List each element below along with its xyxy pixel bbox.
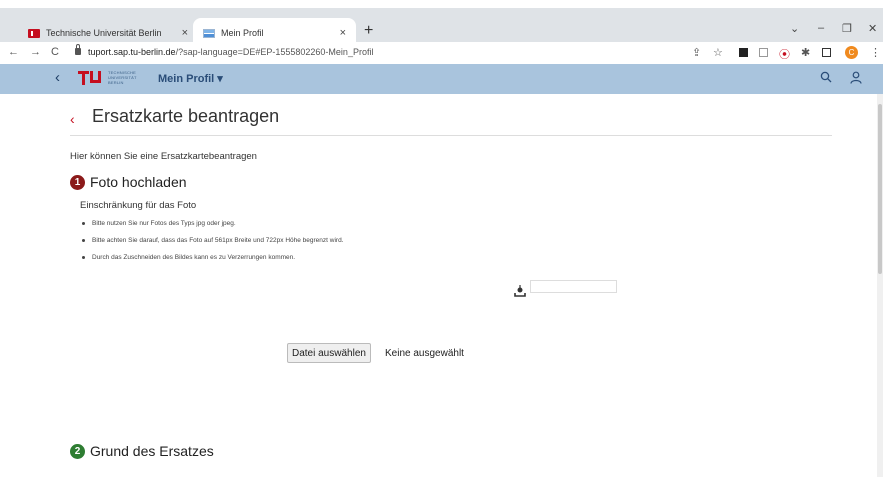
browser-tab-bar: Technische Universität Berlin × Mein Pro… [0, 0, 883, 48]
reload-button[interactable]: C [51, 46, 59, 58]
app-back-button[interactable]: ‹ [55, 69, 60, 86]
url-host: tuport.sap.tu-berlin.de [88, 47, 176, 57]
extensions-puzzle-icon[interactable]: ✱ [801, 46, 810, 59]
back-button[interactable]: ← [8, 46, 19, 58]
address-bar: ← → C tuport.sap.tu-berlin.de/?sap-langu… [0, 42, 883, 64]
page-favicon-icon [203, 28, 215, 38]
user-icon[interactable] [850, 71, 862, 84]
url-field[interactable]: tuport.sap.tu-berlin.de/?sap-language=DE… [88, 47, 373, 57]
list-item: Durch das Zuschneiden des Bildes kann es… [82, 254, 344, 261]
profile-avatar[interactable]: C [845, 46, 858, 59]
photo-preview-box [530, 280, 617, 293]
main-content: ‹ Ersatzkarte beantragen Hier können Sie… [0, 94, 877, 477]
restore-button[interactable]: ❐ [842, 22, 852, 35]
share-icon[interactable]: ⇪ [692, 46, 701, 59]
close-window-button[interactable]: ✕ [868, 22, 877, 35]
tab-search-icon[interactable]: ⌄ [790, 22, 799, 35]
forward-button[interactable]: → [30, 46, 41, 58]
search-icon[interactable] [820, 71, 832, 83]
extension-icon[interactable]: ⦿ [779, 46, 790, 62]
step-2-heading: 2 Grund des Ersatzes [70, 443, 214, 459]
tab-label: Mein Profil [221, 28, 264, 38]
new-tab-button[interactable]: + [364, 22, 373, 40]
choose-file-button[interactable]: Datei auswählen [287, 343, 371, 363]
tab-close-icon[interactable]: × [182, 27, 188, 39]
extension-icon[interactable] [739, 48, 748, 57]
step-label: Grund des Ersatzes [90, 443, 214, 459]
title-divider [70, 135, 832, 136]
scrollbar-thumb[interactable] [878, 104, 882, 274]
list-item: Bitte nutzen Sie nur Fotos des Typs jpg … [82, 220, 344, 227]
page-back-button[interactable]: ‹ [70, 111, 75, 127]
photo-placeholder-icon [514, 285, 526, 297]
browser-menu-icon[interactable]: ⋮ [870, 46, 881, 59]
bookmark-star-icon[interactable]: ☆ [713, 46, 723, 59]
logo-text: TECHNISCHE UNIVERSITÄT BERLIN [108, 70, 137, 85]
step-number-badge: 1 [70, 174, 85, 190]
extension-icon[interactable] [759, 48, 768, 57]
app-header: ‹ TECHNISCHE UNIVERSITÄT BERLIN Mein Pro… [0, 64, 883, 94]
tu-favicon-icon [28, 28, 40, 38]
intro-text: Hier können Sie eine Ersatzkartebeantrag… [70, 151, 257, 162]
tab-label: Technische Universität Berlin [46, 28, 162, 38]
step-number-badge: 2 [70, 443, 85, 459]
lock-icon [75, 44, 81, 55]
tu-logo-icon [78, 71, 101, 85]
step-1-heading: 1 Foto hochladen [70, 174, 187, 190]
tab-close-icon[interactable]: × [340, 27, 346, 39]
page-title: Ersatzkarte beantragen [92, 106, 280, 126]
step-label: Foto hochladen [90, 174, 187, 190]
restrictions-list: Bitte nutzen Sie nur Fotos des Typs jpg … [70, 220, 344, 271]
list-item: Bitte achten Sie darauf, dass das Foto a… [82, 237, 344, 244]
url-path: /?sap-language=DE#EP-1555802260-Mein_Pro… [175, 47, 374, 57]
minimize-button[interactable]: – [818, 22, 824, 34]
app-title-menu[interactable]: Mein Profil ▾ [158, 72, 223, 85]
sidepanel-icon[interactable] [822, 48, 831, 57]
restrictions-heading: Einschränkung für das Foto [80, 200, 197, 211]
file-status-text: Keine ausgewählt [385, 348, 464, 359]
